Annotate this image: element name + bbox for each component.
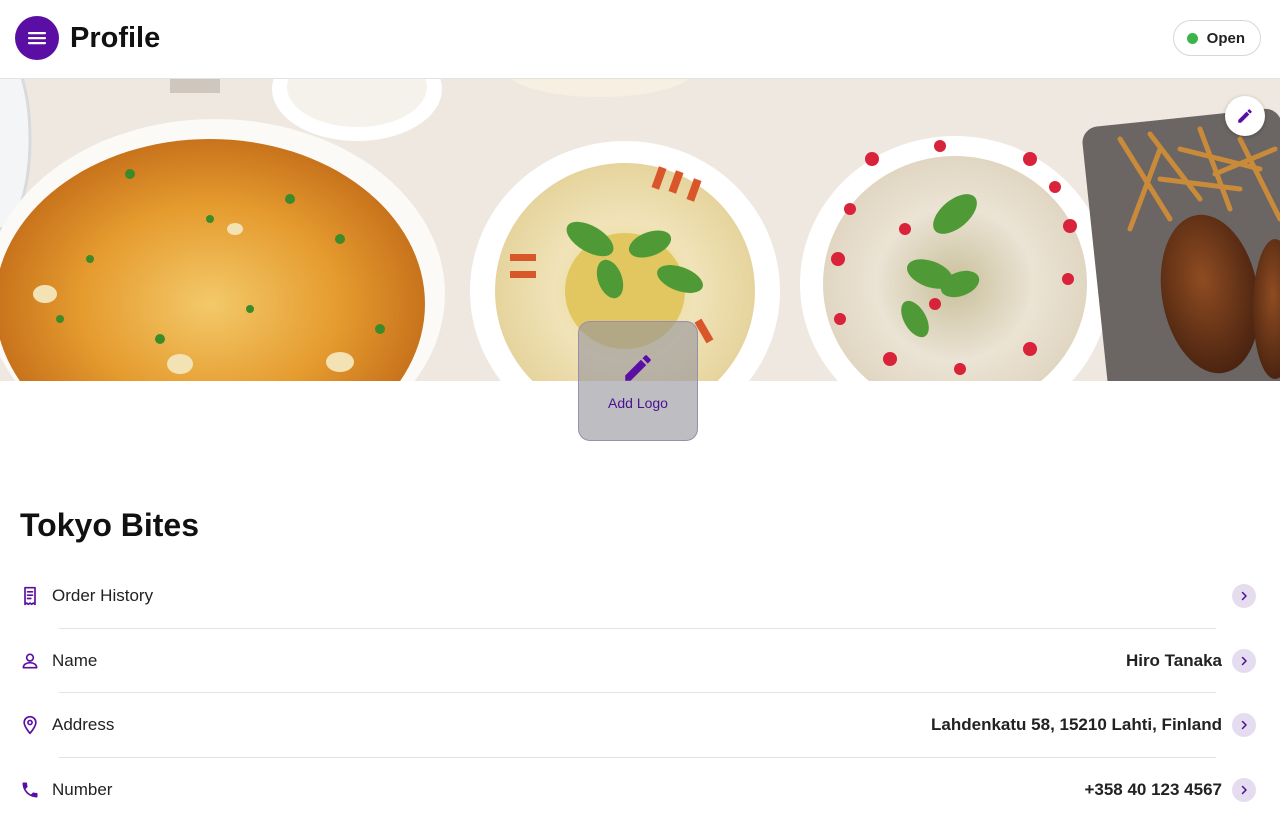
status-dot <box>1187 33 1198 44</box>
add-logo-label: Add Logo <box>608 395 668 411</box>
chevron-right-icon[interactable] <box>1232 713 1256 737</box>
row-order-history[interactable]: Order History <box>0 564 1280 629</box>
row-value: Hiro Tanaka <box>1126 651 1222 671</box>
profile-settings-list: Order History Name Hiro Tanaka Address <box>0 564 1280 822</box>
row-name[interactable]: Name Hiro Tanaka <box>0 629 1280 694</box>
restaurant-name: Tokyo Bites <box>20 505 199 545</box>
chevron-right-icon[interactable] <box>1232 584 1256 608</box>
pencil-icon <box>621 351 655 385</box>
receipt-icon <box>20 586 40 606</box>
row-label: Order History <box>52 586 153 606</box>
add-logo-button[interactable]: Add Logo <box>578 321 698 441</box>
row-label: Name <box>52 651 97 671</box>
pencil-icon <box>1236 107 1254 125</box>
page-title: Profile <box>70 19 160 57</box>
top-app-bar: Profile Open <box>0 0 1280 79</box>
person-icon <box>20 651 40 671</box>
menu-button[interactable] <box>15 16 59 60</box>
phone-icon <box>20 780 40 800</box>
status-toggle[interactable]: Open <box>1173 20 1261 56</box>
chevron-right-icon[interactable] <box>1232 649 1256 673</box>
row-number[interactable]: Number +358 40 123 4567 <box>0 758 1280 822</box>
status-label: Open <box>1207 30 1245 47</box>
row-label: Address <box>52 715 114 735</box>
edit-banner-button[interactable] <box>1225 96 1265 136</box>
row-value: Lahdenkatu 58, 15210 Lahti, Finland <box>931 715 1222 735</box>
location-pin-icon <box>20 715 40 735</box>
row-label: Number <box>52 780 112 800</box>
chevron-right-icon[interactable] <box>1232 778 1256 802</box>
row-value: +358 40 123 4567 <box>1084 780 1222 800</box>
menu-icon <box>27 30 47 46</box>
row-address[interactable]: Address Lahdenkatu 58, 15210 Lahti, Finl… <box>0 693 1280 758</box>
